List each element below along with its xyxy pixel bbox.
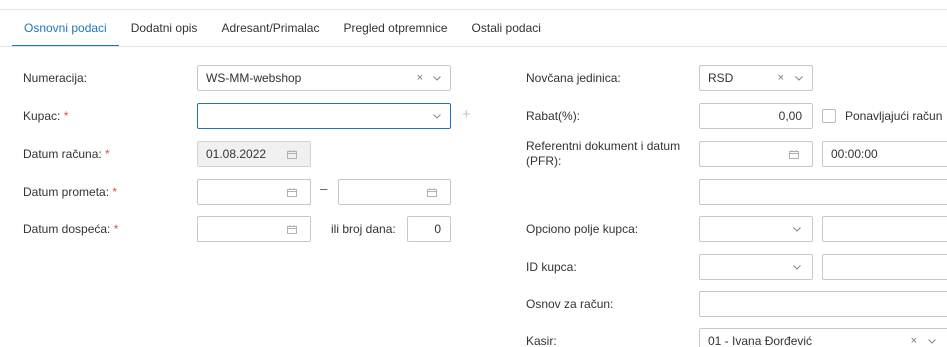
calendar-icon (287, 225, 297, 234)
required-marker: * (112, 185, 118, 199)
novcana-jedinica-select[interactable]: RSD × (699, 65, 813, 91)
datum-prometa-to-field[interactable] (338, 179, 451, 205)
id-kupca-label: ID kupca: (526, 260, 577, 274)
numeracija-select[interactable]: WS-MM-webshop × (197, 65, 451, 91)
numeracija-value: WS-MM-webshop (206, 71, 302, 85)
broj-dana-input[interactable]: 0 (407, 216, 451, 242)
broj-dana-label: ili broj dana: (331, 222, 396, 236)
kasir-value: 01 - Ivana Đorđević (708, 334, 813, 347)
tab-divider (0, 46, 947, 47)
datum-dospeca-label-text: Datum dospeća: (23, 222, 111, 236)
chevron-down-icon[interactable] (432, 111, 442, 121)
calendar-icon (287, 150, 297, 159)
chevron-down-icon[interactable] (794, 73, 804, 83)
chevron-down-icon[interactable] (927, 336, 937, 346)
required-marker: * (105, 147, 110, 161)
rabat-value: 0,00 (778, 109, 802, 123)
datum-prometa-from-field[interactable] (197, 179, 311, 205)
rabat-input[interactable]: 0,00 (699, 103, 813, 129)
required-marker: * (63, 109, 69, 123)
calendar-icon (427, 188, 437, 197)
tab-pregled-otpremnice[interactable]: Pregled otpremnice (331, 10, 459, 47)
tab-bar: Osnovni podaci Dodatni opis Adresant/Pri… (12, 10, 553, 47)
datum-racuna-value: 01.08.2022 (206, 147, 267, 161)
datum-racuna-label-text: Datum računa: (23, 147, 102, 161)
datum-dospeca-field[interactable] (197, 216, 311, 242)
clear-icon[interactable]: × (417, 66, 423, 90)
novcana-jedinica-value: RSD (708, 71, 734, 85)
kupac-label-text: Kupac: (23, 109, 61, 123)
datum-dospeca-label: Datum dospeća: * (23, 222, 118, 237)
calendar-icon (789, 150, 799, 159)
calendar-icon (287, 188, 297, 197)
tab-adresant-primalac[interactable]: Adresant/Primalac (209, 10, 331, 47)
required-marker: * (113, 222, 119, 236)
opciono-polje-label: Opciono polje kupca: (526, 222, 639, 236)
rabat-label: Rabat(%): (526, 109, 581, 123)
datum-racuna-label: Datum računa: * (23, 147, 110, 162)
osnov-za-racun-label: Osnov za račun: (526, 297, 614, 311)
opciono-polje-select[interactable] (699, 216, 813, 242)
chevron-down-icon[interactable] (792, 224, 802, 234)
kupac-label: Kupac: * (23, 109, 68, 124)
add-kupac-icon[interactable]: + (462, 107, 471, 122)
broj-dana-value: 0 (434, 222, 441, 236)
id-kupca-select[interactable] (699, 254, 813, 280)
chevron-down-icon[interactable] (432, 73, 442, 83)
referentni-vreme-field[interactable]: 00:00:00 (822, 141, 947, 167)
ponavljajuci-racun-label: Ponavljajući račun (845, 109, 943, 123)
osnov-za-racun-input[interactable] (699, 291, 947, 317)
kasir-label: Kasir: (526, 334, 557, 347)
tab-dodatni-opis[interactable]: Dodatni opis (119, 10, 210, 47)
chevron-down-icon[interactable] (792, 262, 802, 272)
novcana-jedinica-label: Novčana jedinica: (526, 71, 621, 85)
referentni-dokument-input[interactable] (699, 179, 947, 205)
datum-racuna-field[interactable]: 01.08.2022 (197, 141, 311, 167)
kasir-select[interactable]: 01 - Ivana Đorđević × (699, 328, 947, 347)
clear-icon[interactable]: × (778, 66, 784, 90)
range-dash: – (320, 181, 328, 196)
datum-prometa-label: Datum prometa: * (23, 185, 117, 200)
opciono-polje-input[interactable] (822, 216, 947, 242)
id-kupca-input[interactable] (822, 254, 947, 280)
kupac-select[interactable] (197, 103, 451, 129)
tab-ostali-podaci[interactable]: Ostali podaci (460, 10, 553, 47)
referentni-vreme-value: 00:00:00 (831, 147, 878, 161)
referentni-datum-field[interactable] (699, 141, 813, 167)
datum-prometa-label-text: Datum prometa: (23, 185, 110, 199)
clear-icon[interactable]: × (911, 329, 917, 347)
tab-osnovni-podaci[interactable]: Osnovni podaci (12, 10, 119, 47)
numeracija-label: Numeracija: (23, 71, 88, 85)
ponavljajuci-racun-checkbox[interactable] (822, 109, 836, 123)
referentni-dokument-label: Referentni dokument i datum (PFR): (526, 139, 681, 168)
